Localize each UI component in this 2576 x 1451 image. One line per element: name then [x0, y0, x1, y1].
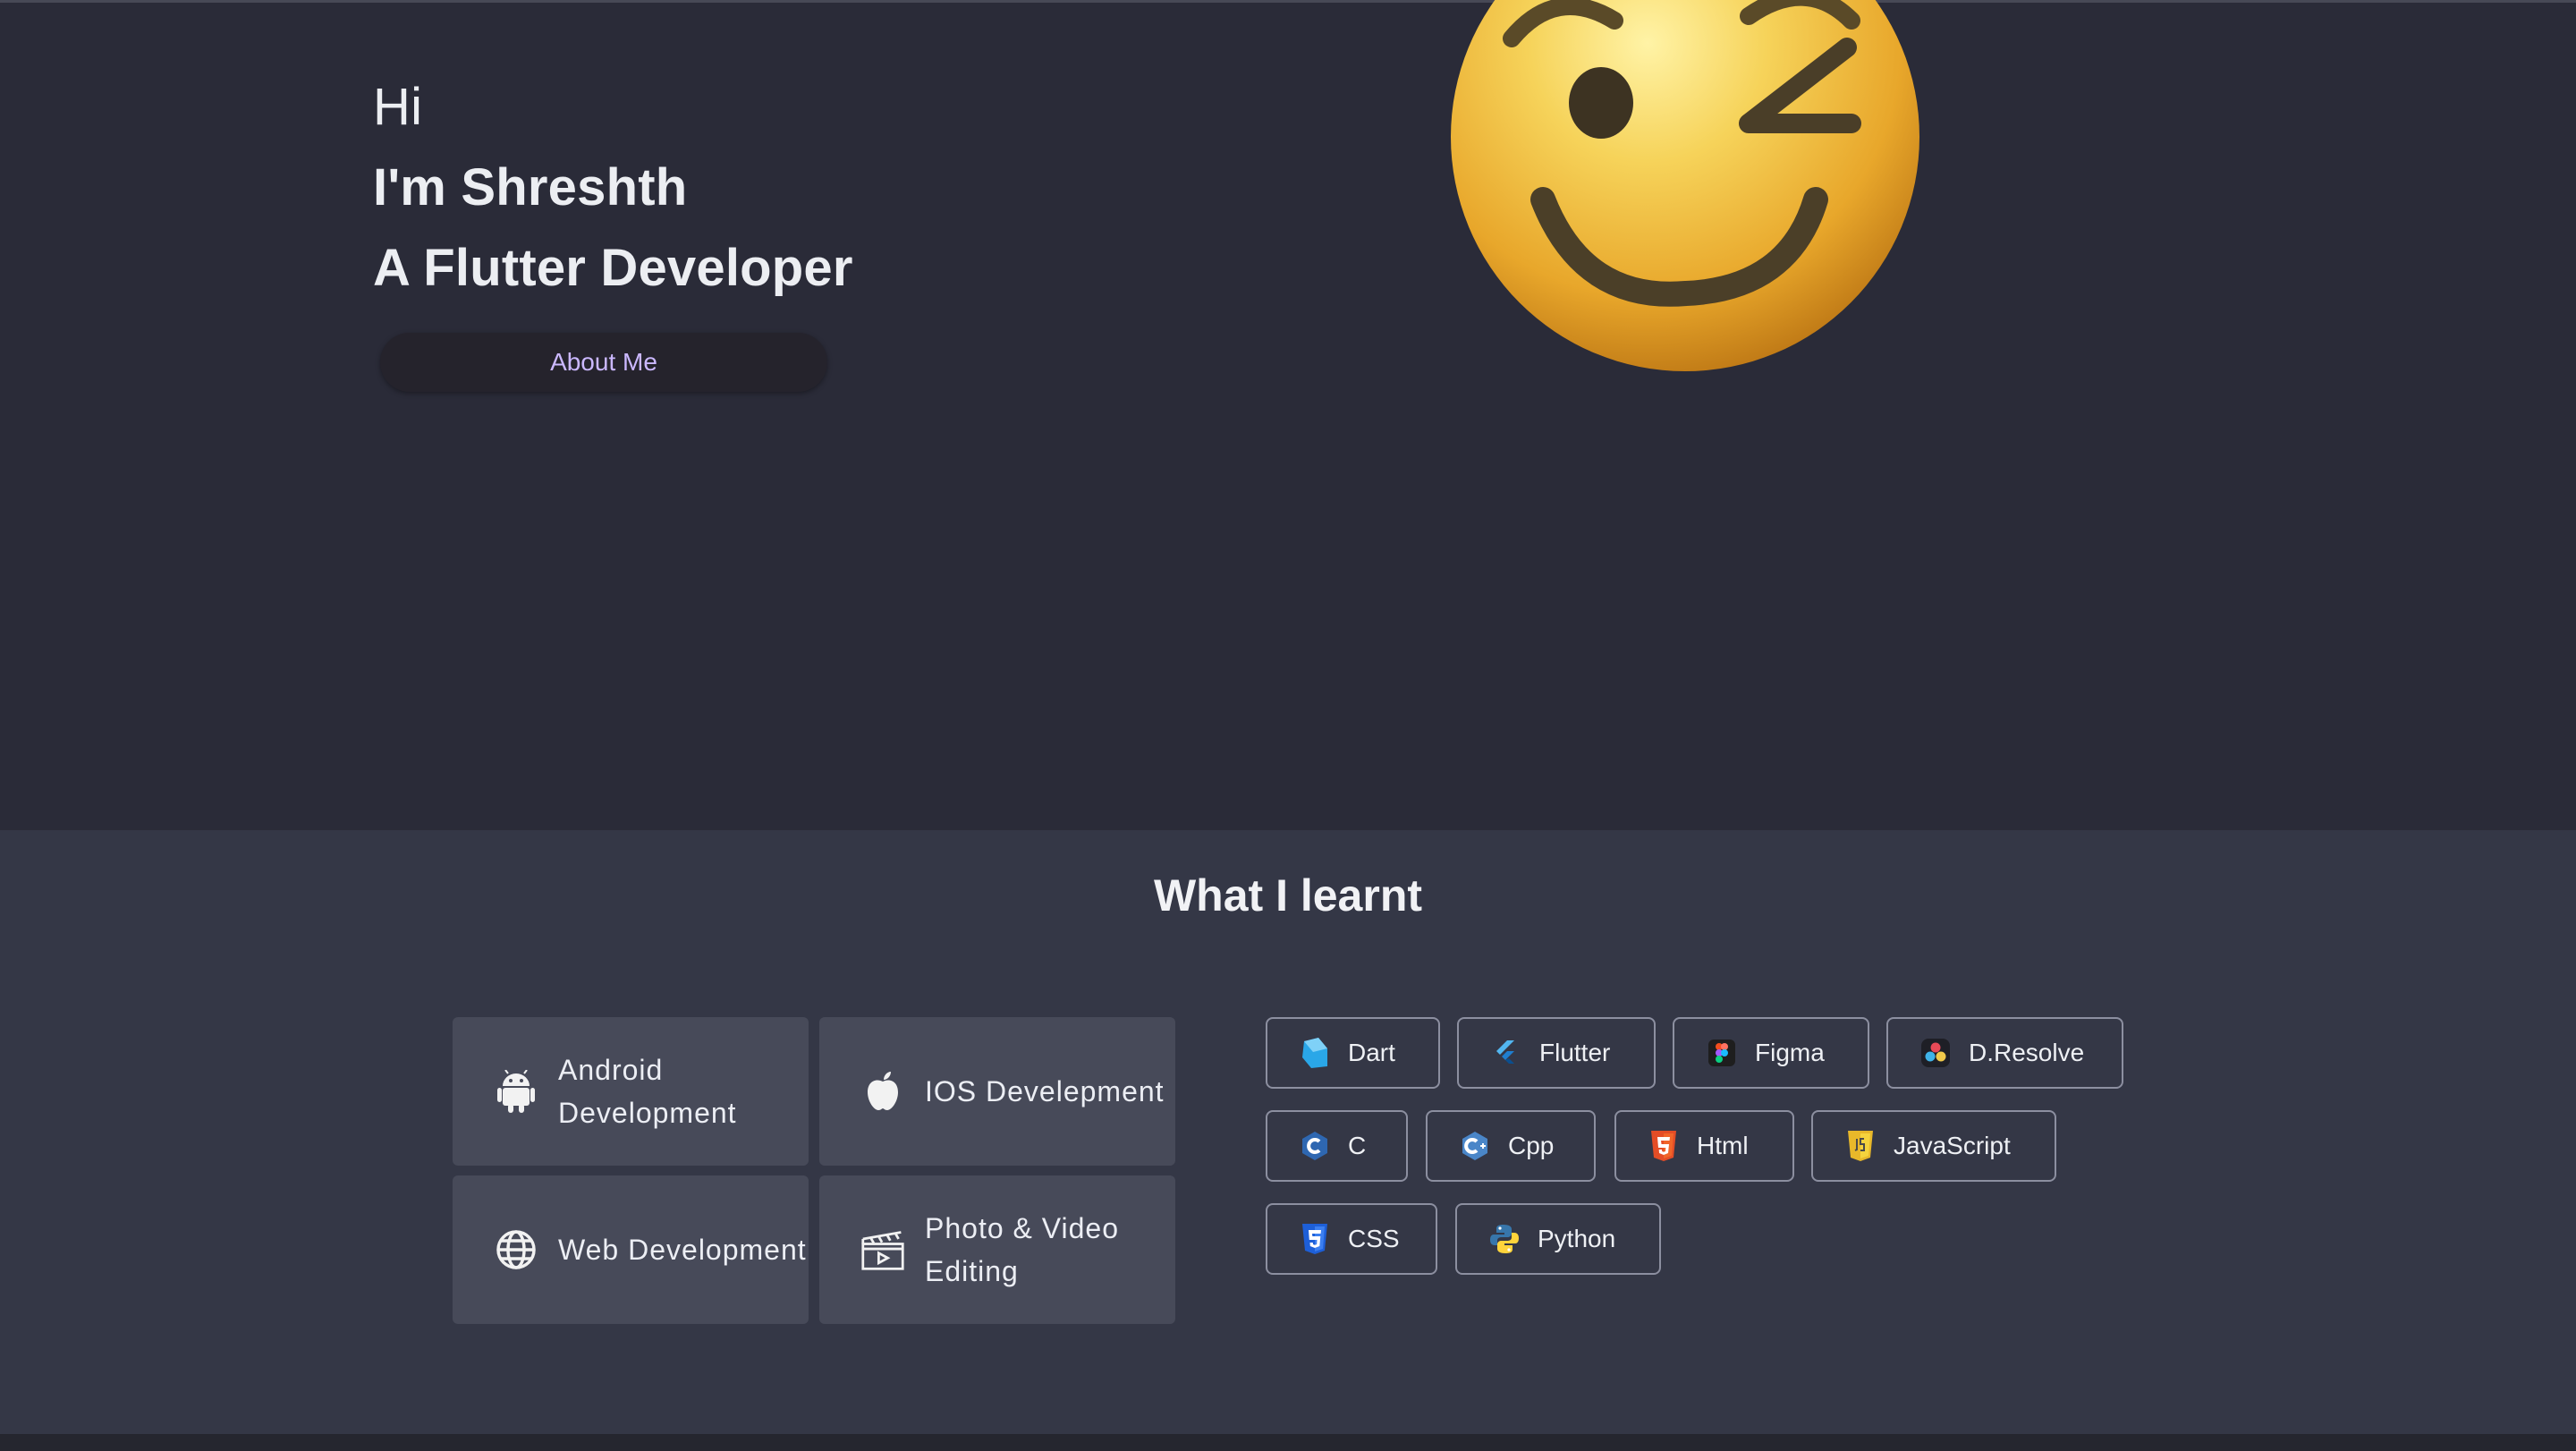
skill-label: Python: [1538, 1225, 1616, 1252]
flutter-icon: [1491, 1038, 1521, 1068]
skill-chip-c[interactable]: C: [1266, 1110, 1408, 1182]
clapperboard-icon: [860, 1227, 905, 1272]
card-label: IOS Develepment: [925, 1075, 1165, 1107]
android-icon: [494, 1069, 538, 1114]
card-web-development: Web Development: [453, 1175, 809, 1324]
skill-chip-flutter[interactable]: Flutter: [1457, 1017, 1656, 1089]
skill-label: Flutter: [1539, 1039, 1611, 1066]
dart-icon: [1300, 1038, 1330, 1068]
skill-label: CSS: [1348, 1225, 1400, 1252]
skill-chip-cpp[interactable]: Cpp: [1426, 1110, 1596, 1182]
hero-heading: Hi I'm Shreshth A Flutter Developer: [373, 67, 853, 309]
card-photo-video-editing: Photo & Video Editing: [819, 1175, 1175, 1324]
globe-icon: [494, 1227, 538, 1272]
card-android-development: Android Development: [453, 1017, 809, 1166]
figma-icon: [1707, 1038, 1737, 1068]
skill-label: Figma: [1755, 1039, 1825, 1066]
card-label: Photo & Video Editing: [925, 1212, 1120, 1287]
davinci-resolve-icon: [1920, 1038, 1951, 1068]
card-ios-development: IOS Develepment: [819, 1017, 1175, 1166]
apple-icon: [860, 1069, 905, 1114]
skill-chip-dart[interactable]: Dart: [1266, 1017, 1440, 1089]
role-text: A Flutter Developer: [373, 239, 853, 297]
skill-label: JavaScript: [1894, 1132, 2011, 1159]
what-i-learnt-section: What I learnt Android Development IOS De…: [0, 830, 2576, 1434]
name-text: I'm Shreshth: [373, 158, 688, 216]
skill-chip-html[interactable]: Html: [1614, 1110, 1794, 1182]
c-icon: [1300, 1131, 1330, 1161]
section-title: What I learnt: [1153, 870, 1423, 921]
cpp-icon: [1460, 1131, 1490, 1161]
greeting-text: Hi: [373, 78, 423, 136]
about-me-button[interactable]: About Me: [380, 333, 827, 392]
skill-label: Html: [1697, 1132, 1749, 1159]
bottom-bar: [0, 1434, 2576, 1451]
card-label: Web Development: [558, 1234, 807, 1266]
skill-label: C: [1348, 1132, 1367, 1159]
hero-section: Hi I'm Shreshth A Flutter Developer Abou…: [0, 0, 2576, 830]
javascript-icon: [1845, 1131, 1876, 1161]
skill-chip-css[interactable]: CSS: [1266, 1203, 1437, 1275]
skill-label: Cpp: [1508, 1132, 1555, 1159]
skill-chip-figma[interactable]: Figma: [1673, 1017, 1869, 1089]
html5-icon: [1648, 1131, 1679, 1161]
card-label: Android Development: [558, 1054, 737, 1129]
skill-label: Dart: [1348, 1039, 1395, 1066]
winking-face-emoji: [1451, 0, 1919, 371]
skill-chip-python[interactable]: Python: [1455, 1203, 1661, 1275]
skill-chip-javascript[interactable]: JavaScript: [1811, 1110, 2056, 1182]
skill-label: D.Resolve: [1969, 1039, 2085, 1066]
css3-icon: [1300, 1224, 1330, 1254]
python-icon: [1489, 1224, 1520, 1254]
skill-chip-dresolve[interactable]: D.Resolve: [1886, 1017, 2123, 1089]
